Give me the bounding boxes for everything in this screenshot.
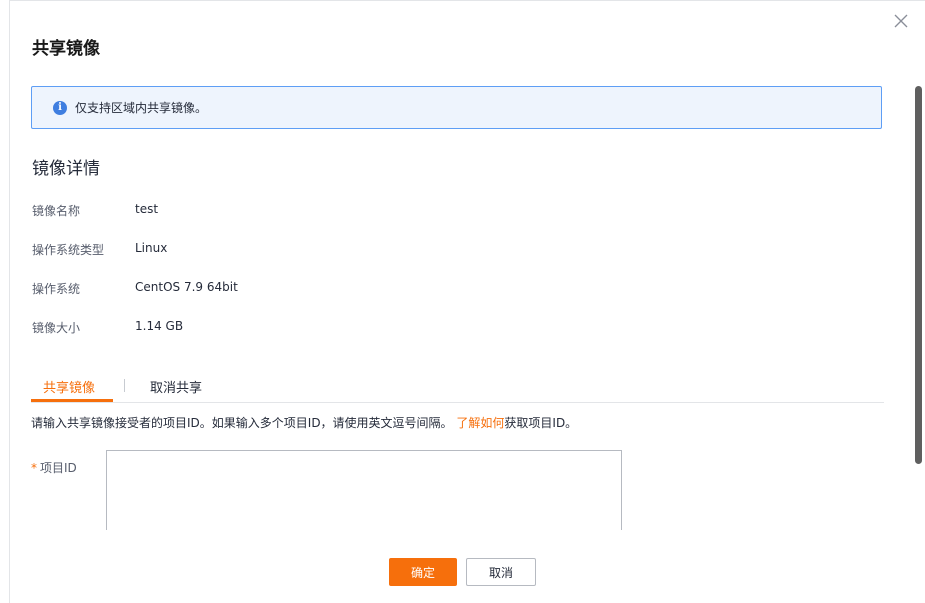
info-notice: i 仅支持区域内共享镜像。	[31, 86, 882, 129]
required-mark: *	[31, 461, 37, 475]
close-icon[interactable]	[893, 13, 909, 29]
detail-label: 镜像大小	[32, 321, 81, 335]
detail-label: 操作系统类型	[32, 243, 105, 257]
dialog-title: 共享镜像	[32, 39, 100, 59]
project-id-label: * 项目ID	[31, 459, 77, 476]
tab-share-image[interactable]: 共享镜像	[43, 377, 95, 396]
project-id-input[interactable]	[106, 450, 622, 530]
project-id-label-text: 项目ID	[40, 461, 77, 475]
hint-text: 请输入共享镜像接受者的项目ID。如果输入多个项目ID，请使用英文逗号间隔。	[31, 416, 453, 430]
tab-separator	[124, 379, 125, 392]
cancel-button[interactable]: 取消	[466, 558, 536, 586]
detail-label: 镜像名称	[32, 204, 81, 218]
tab-cancel-share[interactable]: 取消共享	[150, 377, 202, 396]
notice-text: 仅支持区域内共享镜像。	[75, 101, 208, 115]
learn-how-link[interactable]: 了解如何	[456, 416, 504, 430]
detail-value: test	[135, 202, 159, 216]
confirm-button[interactable]: 确定	[389, 558, 457, 586]
share-image-dialog: 共享镜像 i 仅支持区域内共享镜像。 镜像详情 镜像名称 test 操作系统类型…	[9, 0, 925, 603]
active-tab-indicator	[31, 399, 113, 402]
detail-label: 操作系统	[32, 282, 81, 296]
detail-value: CentOS 7.9 64bit	[135, 280, 238, 294]
project-id-hint: 请输入共享镜像接受者的项目ID。如果输入多个项目ID，请使用英文逗号间隔。 了解…	[31, 414, 577, 431]
hint-suffix: 获取项目ID。	[504, 416, 578, 430]
detail-value: Linux	[135, 241, 168, 255]
section-title-image-details: 镜像详情	[32, 159, 100, 179]
info-icon: i	[53, 100, 67, 115]
share-tabs: 共享镜像 取消共享	[31, 373, 884, 403]
scrollbar-thumb[interactable]	[915, 86, 922, 464]
detail-value: 1.14 GB	[135, 319, 184, 333]
